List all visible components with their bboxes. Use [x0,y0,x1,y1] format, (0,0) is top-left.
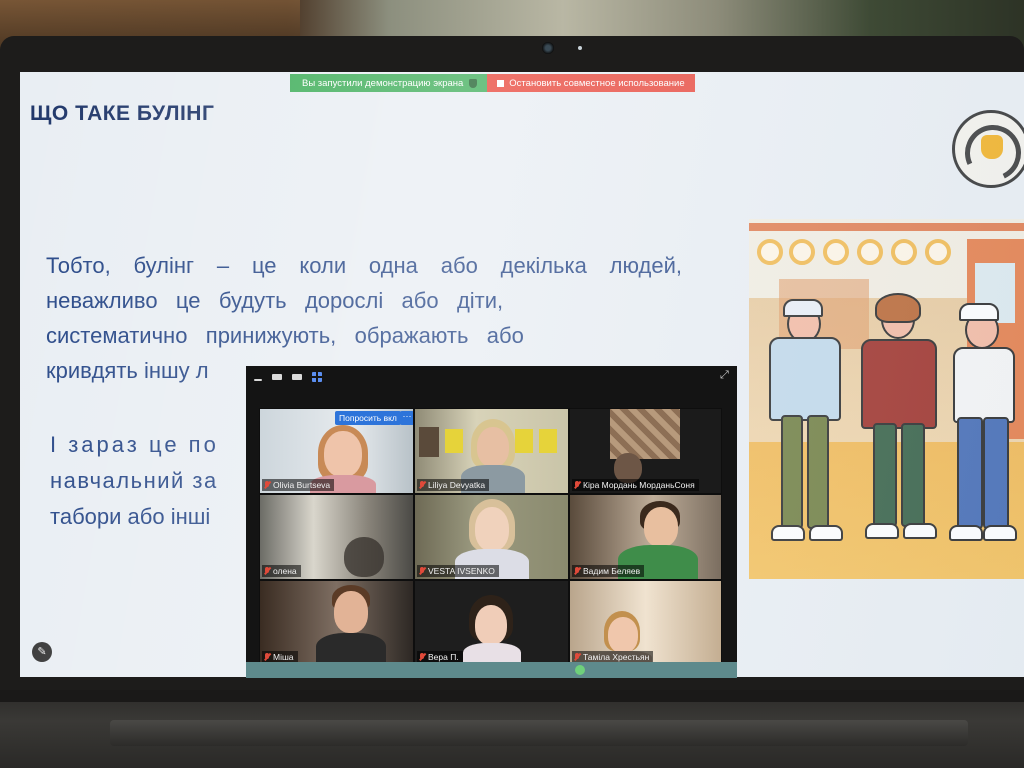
muted-mic-icon [264,481,270,489]
participant-nameplate: Кіра Мордань МорданьСоня [572,479,699,491]
sharing-status-text: Вы запустили демонстрацию экрана [302,77,464,89]
participant-tile[interactable]: Кіра Мордань МорданьСоня [569,408,722,494]
muted-mic-icon [419,481,425,489]
participant-tile[interactable]: Liliya Devyatka [414,408,569,494]
hand-icon [981,135,1003,159]
ask-to-unmute-button[interactable]: Попросить вкл [335,411,401,425]
more-options-button[interactable]: ··· [400,411,413,425]
muted-mic-icon [574,567,580,575]
gallery-view-icon[interactable] [312,372,322,382]
webcam-indicator [578,46,582,50]
participant-tile[interactable]: Вадим Беляев [569,494,722,580]
muted-mic-icon [264,653,270,661]
organization-logo [952,110,1024,188]
pen-icon[interactable]: ✎ [32,642,52,662]
participant-name: олена [273,566,297,576]
participant-name: Вера П. [428,652,459,662]
minimize-icon[interactable] [254,379,262,381]
webcam [542,42,554,54]
participant-name: Кіра Мордань МорданьСоня [583,480,695,490]
slide-illustration [749,219,1024,579]
participant-name: Вадим Беляев [583,566,641,576]
participant-nameplate: Liliya Devyatka [417,479,490,491]
laptop-lip [0,690,1024,702]
paragraph-line: систематично принижують, ображають або [46,323,524,348]
participant-tile[interactable]: Таміла Хрестьян [569,580,722,666]
participant-tile[interactable]: VESTA IVSENKO [414,494,569,580]
muted-mic-icon [264,567,270,575]
security-icon[interactable] [575,665,585,675]
paragraph-line: неважливо це будуть дорослі або діти, [46,288,504,313]
meeting-controls-strip [246,662,737,678]
muted-mic-icon [419,567,425,575]
muted-mic-icon [574,653,580,661]
decor-circle [891,239,917,265]
participant-tile[interactable]: Міша [259,580,414,666]
decor-circle [757,239,783,265]
participant-nameplate: Вадим Беляев [572,565,645,577]
participant-nameplate: олена [262,565,301,577]
screen-share-bar: Вы запустили демонстрацию экрана Останов… [290,74,695,92]
decor-circle [789,239,815,265]
sharing-status: Вы запустили демонстрацию экрана [290,74,488,92]
stop-icon [497,79,505,87]
illustration-frieze [749,223,1024,231]
expand-icon[interactable]: ⤢ [720,370,731,381]
participant-name: Olivia Burtseva [273,480,331,490]
participant-name: Міша [273,652,294,662]
participant-name: Liliya Devyatka [428,480,486,490]
strip-view-icon[interactable] [292,374,302,380]
paragraph-line: Тобто, булінг – це коли одна або декільк… [46,253,682,278]
participant-nameplate: Olivia Burtseva [262,479,335,491]
decor-circle [925,239,951,265]
participant-name: VESTA IVSENKO [428,566,495,576]
participant-tile[interactable]: Вера П. [414,580,569,666]
participant-tile[interactable]: олена [259,494,414,580]
decor-circle [823,239,849,265]
meeting-toolbar: ⤢ [246,366,737,388]
speaker-view-icon[interactable] [272,374,282,380]
laptop-hinge [110,720,968,746]
slide-title: ЩО ТАКЕ БУЛІНГ [30,102,215,125]
muted-mic-icon [574,481,580,489]
muted-mic-icon [419,653,425,661]
stop-sharing-button[interactable]: Остановить совместное использование [487,74,695,92]
decor-circle [857,239,883,265]
video-meeting-window: ⤢ Попросить вкл ··· Olivia Burtseva Lili… [246,366,737,678]
stop-sharing-label: Остановить совместное использование [509,77,685,89]
participant-name: Таміла Хрестьян [583,652,650,662]
laptop-base [0,690,1024,768]
shield-icon [469,78,478,88]
participants-gallery: Попросить вкл ··· Olivia Burtseva Liliya… [259,408,722,678]
participant-tile[interactable]: Попросить вкл ··· Olivia Burtseva [259,408,414,494]
participant-nameplate: VESTA IVSENKO [417,565,499,577]
